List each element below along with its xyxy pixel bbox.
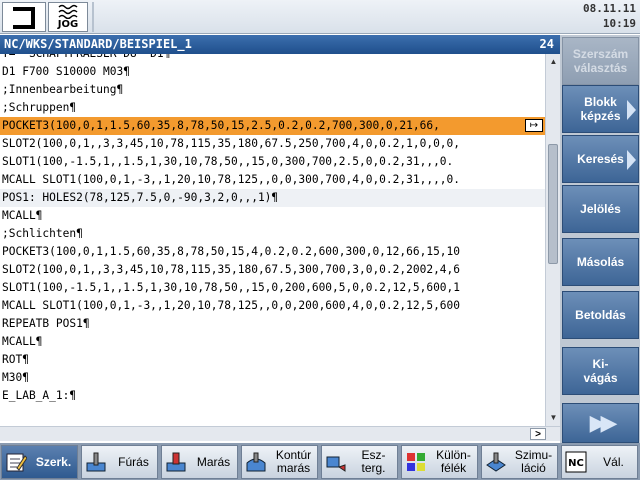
return-bracket-icon[interactable] (2, 2, 46, 32)
softkey-horizontal-8[interactable]: NC Vál. (561, 445, 638, 479)
softkey-label: Szimu- láció (514, 448, 553, 475)
nc-select-icon: NC (565, 451, 587, 473)
code-line[interactable]: ;Schruppen¶ (0, 99, 545, 117)
softkey-horizontal-1[interactable]: Szerk. (1, 445, 78, 479)
code-line[interactable]: D1 F700 S10000 M03¶ (0, 63, 545, 81)
softkey-horizontal-4[interactable]: Kontúr marás (241, 445, 318, 479)
softkey-label: Fúrás (118, 454, 149, 469)
softkey-horizontal-3[interactable]: Marás (161, 445, 238, 479)
code-line[interactable]: SLOT1(100,-1.5,1,,1.5,1,30,10,78,50,,15,… (0, 153, 545, 171)
softkey-label: Ki- vágás (583, 357, 618, 385)
horizontal-softkey-bar: Szerk. Fúrás Marás Kontúr marás Esz- terg. Kü… (0, 443, 640, 480)
softkey-vertical-6[interactable]: Betoldás (562, 291, 639, 339)
code-line[interactable]: POCKET3(100,0,1,1.5,60,35,8,78,50,15,4,0… (0, 243, 545, 261)
softkey-vertical-4[interactable]: Jelölés (562, 185, 639, 233)
softkey-vertical-7[interactable]: Ki- vágás (562, 347, 639, 395)
svg-text:NC: NC (568, 458, 584, 469)
status-bar: JOG 08.11.11 10:19 (0, 0, 640, 34)
softkey-horizontal-2[interactable]: Fúrás (81, 445, 158, 479)
scroll-down-icon[interactable]: ▼ (547, 412, 560, 424)
code-line[interactable]: MCALL SLOT1(100,0,1,-3,,1,20,10,78,125,,… (0, 171, 545, 189)
wave-icon (58, 4, 78, 20)
divider (92, 2, 94, 32)
softkey-horizontal-6[interactable]: Külön- félék (401, 445, 478, 479)
softkey-horizontal-7[interactable]: Szimu- láció (481, 445, 558, 479)
time-display: 10:19 (602, 17, 636, 30)
simulation-icon (485, 451, 507, 473)
edit-pencil-icon (5, 451, 28, 473)
softkey-horizontal-5[interactable]: Esz- terg. (321, 445, 398, 479)
scroll-right-icon[interactable]: > (530, 428, 546, 440)
scroll-up-icon[interactable]: ▲ (547, 56, 560, 68)
code-line[interactable]: M30¶ (0, 369, 545, 387)
jog-label: JOG (57, 19, 79, 30)
code-line[interactable]: MCALL¶ (0, 207, 545, 225)
milling-icon (165, 451, 187, 473)
code-line[interactable]: ;Innenbearbeitung¶ (0, 81, 545, 99)
softkey-label: Keresés (577, 152, 624, 166)
softkey-label: Blokk képzés (580, 95, 621, 123)
code-line[interactable]: ;Schlichten¶ (0, 225, 545, 243)
softkey-label: Külön- félék (436, 448, 471, 475)
code-line[interactable]: SLOT1(100,-1.5,1,,1.5,1,30,10,78,50,,15,… (0, 279, 545, 297)
code-line[interactable]: SLOT2(100,0,1,,3,3,45,10,78,115,35,180,6… (0, 261, 545, 279)
softkey-label: Marás (196, 454, 231, 469)
softkey-label: Kontúr marás (275, 448, 312, 475)
softkey-vertical-5[interactable]: Másolás (562, 238, 639, 286)
softkey-label: Vál. (603, 454, 624, 469)
softkey-vertical-3[interactable]: Keresés (562, 135, 639, 183)
code-line[interactable]: T= "SCHAFTFRAESER D8" D1¶ (0, 54, 545, 63)
softkey-label: Betoldás (575, 308, 626, 322)
code-line[interactable]: MCALL SLOT1(100,0,1,-3,,1,20,10,78,125,,… (0, 297, 545, 315)
code-line[interactable]: ROT¶ (0, 351, 545, 369)
code-line[interactable]: REPEATB POS1¶ (0, 315, 545, 333)
misc-blocks-icon (405, 451, 427, 473)
editor-title-bar: NC/WKS/STANDARD/BEISPIEL_1 24 (0, 35, 560, 54)
next-page-icon[interactable]: ▶▶ (562, 403, 639, 443)
date-display: 08.11.11 (583, 2, 636, 15)
program-editor[interactable]: T= "SCHAFTFRAESER D8" D1¶D1 F700 S10000 … (0, 54, 545, 426)
vertical-scrollbar[interactable]: ▲ ▼ (545, 54, 560, 426)
softkey-vertical-2[interactable]: Blokk képzés (562, 85, 639, 133)
turning-icon (325, 451, 347, 473)
jog-mode-indicator: JOG (48, 2, 88, 32)
program-path: NC/WKS/STANDARD/BEISPIEL_1 (4, 37, 192, 51)
code-line[interactable]: SLOT2(100,0,1,,3,3,45,10,78,115,35,180,6… (0, 135, 545, 153)
line-wrap-icon: ↦ (525, 119, 543, 132)
code-line[interactable]: POS1: HOLES2(78,125,7.5,0,-90,3,2,0,,,1)… (0, 189, 545, 207)
drilling-icon (85, 451, 107, 473)
softkey-vertical-1[interactable]: Szerszám választás (562, 37, 639, 85)
code-line[interactable]: MCALL¶ (0, 333, 545, 351)
softkey-label: Szerk. (35, 454, 72, 469)
horizontal-scrollbar[interactable]: > (0, 426, 560, 441)
scrollbar-thumb[interactable] (548, 144, 558, 264)
code-line[interactable]: E_LAB_A_1:¶ (0, 387, 545, 405)
code-line-selected[interactable]: POCKET3(100,0,1,1.5,60,35,8,78,50,15,2.5… (0, 117, 545, 135)
softkey-label: Esz- terg. (361, 448, 386, 475)
line-count: 24 (539, 37, 554, 51)
softkey-label: Szerszám választás (572, 47, 629, 75)
vertical-softkey-bar: Szerszám választás Blokk képzés Keresés Jel… (560, 35, 640, 443)
softkey-label: Másolás (576, 255, 625, 269)
softkey-label: Jelölés (580, 202, 621, 216)
contour-milling-icon (245, 451, 267, 473)
